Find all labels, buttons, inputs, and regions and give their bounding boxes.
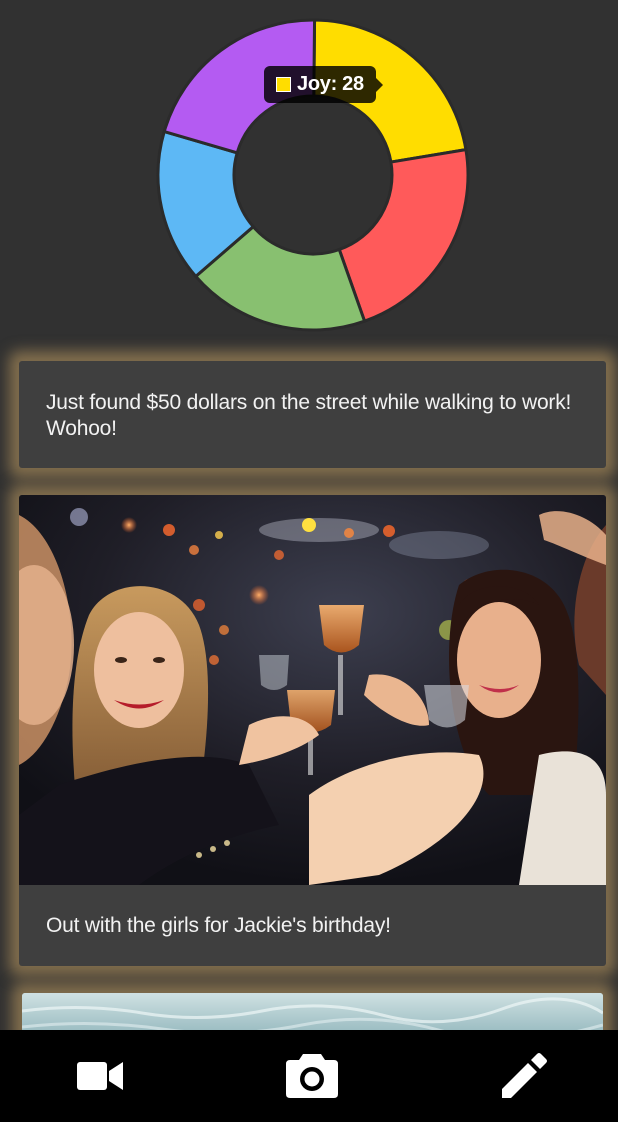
mood-feed-screen: Joy: 28 Just found $50 dollars on the st… [0, 0, 618, 1122]
donut-slice-2[interactable] [337, 147, 470, 324]
camera-icon [286, 1054, 338, 1098]
pencil-icon [502, 1053, 547, 1098]
video-button[interactable] [68, 1044, 132, 1108]
donut-chart-svg [156, 18, 470, 332]
chart-tooltip: Joy: 28 [264, 66, 383, 103]
compose-button[interactable] [492, 1044, 556, 1108]
post-text: Just found $50 dollars on the street whi… [46, 391, 572, 440]
tooltip-color-swatch [276, 77, 291, 92]
feed-post-photo[interactable]: Out with the girls for Jackie's birthday… [19, 495, 606, 966]
bottom-toolbar [0, 1030, 618, 1122]
video-camera-icon [77, 1062, 123, 1090]
tooltip-label: Joy: 28 [297, 73, 364, 95]
party-photo-illustration [19, 495, 606, 885]
mood-donut-chart: Joy: 28 [0, 0, 618, 345]
party-photo [19, 495, 606, 885]
photo-button[interactable] [280, 1044, 344, 1108]
feed-post-text[interactable]: Just found $50 dollars on the street whi… [19, 361, 606, 468]
post-caption: Out with the girls for Jackie's birthday… [46, 914, 391, 937]
